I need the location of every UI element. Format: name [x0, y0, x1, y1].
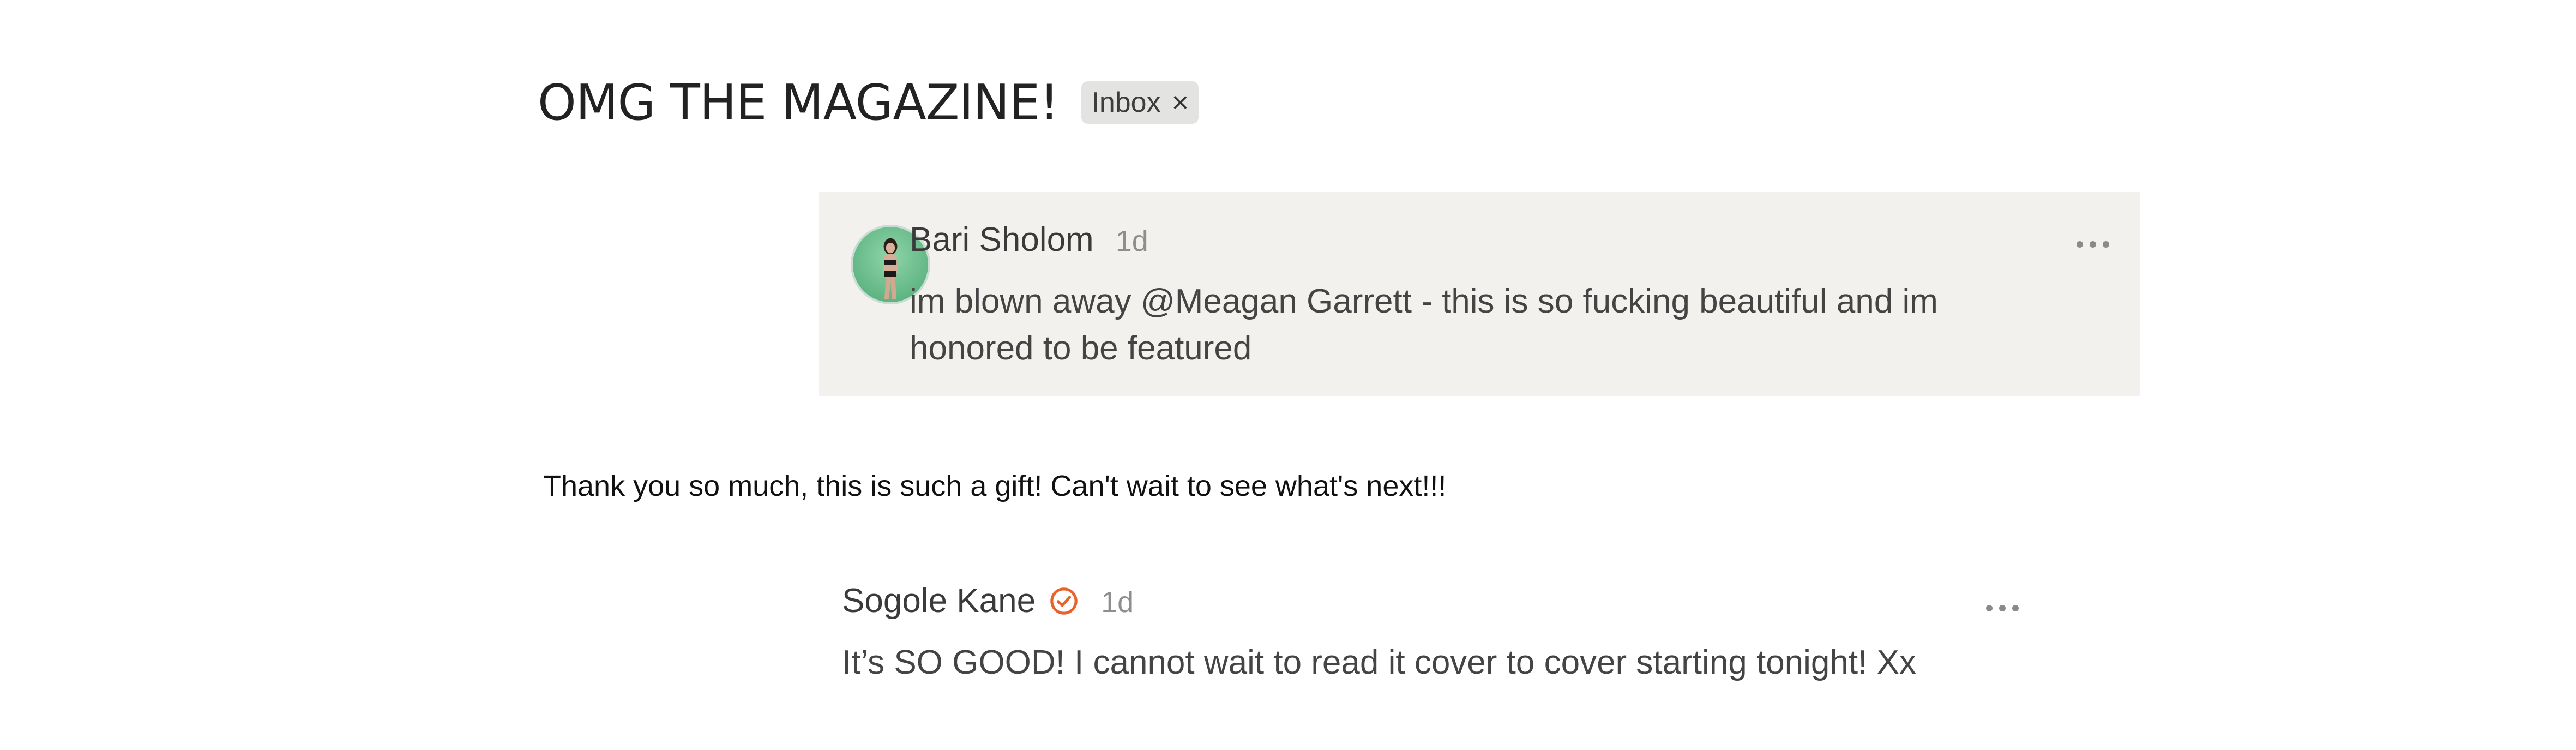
close-icon[interactable]: ×: [1172, 86, 1189, 119]
comment-header: Sogole Kane 1d: [842, 581, 1134, 620]
more-icon[interactable]: [2077, 239, 2109, 250]
inbox-chip[interactable]: Inbox ×: [1081, 81, 1199, 124]
more-icon[interactable]: [1986, 603, 2019, 614]
timestamp: 1d: [1101, 586, 1134, 619]
timestamp: 1d: [1115, 225, 1148, 257]
verified-check-icon: [1050, 587, 1078, 615]
comment-header: Bari Sholom 1d: [910, 220, 1148, 259]
author-name[interactable]: Sogole Kane: [842, 581, 1036, 620]
page-title: OMG THE MAGAZINE!: [538, 74, 1059, 131]
author-name[interactable]: Bari Sholom: [910, 220, 1094, 259]
page-header: OMG THE MAGAZINE! Inbox ×: [538, 70, 1199, 135]
inbox-chip-label: Inbox: [1091, 87, 1161, 118]
highlighted-comment: Bari Sholom 1d im blown away @Meagan Gar…: [819, 192, 2140, 396]
comment-text: im blown away @Meagan Garrett - this is …: [910, 283, 1938, 367]
comment-text: It’s SO GOOD! I cannot wait to read it c…: [842, 644, 1916, 681]
reply-text: Thank you so much, this is such a gift! …: [543, 470, 1447, 502]
